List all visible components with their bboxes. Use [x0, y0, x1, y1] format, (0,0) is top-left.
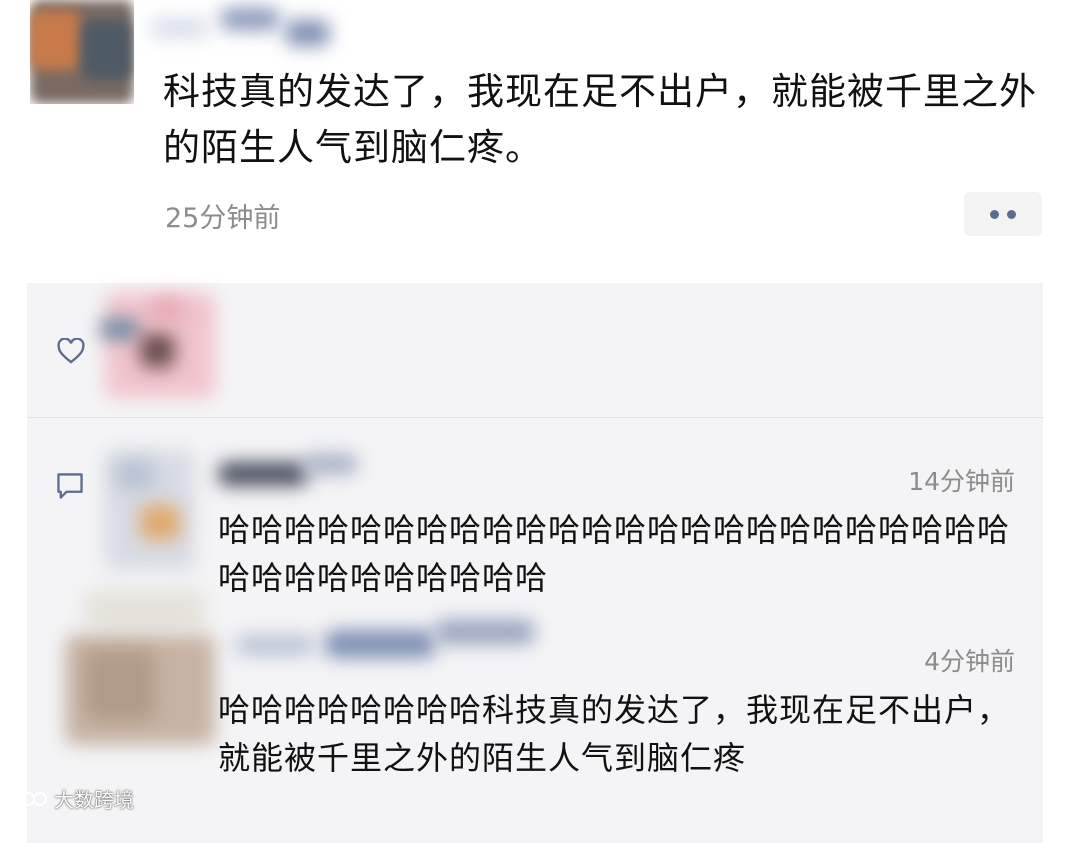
more-button[interactable]	[964, 192, 1042, 236]
watermark-logo-icon	[12, 790, 47, 806]
more-dots-icon	[990, 209, 999, 219]
comment-timestamp: 4分钟前	[924, 647, 1015, 676]
watermark-text: 大数跨境	[54, 788, 134, 812]
comment-avatar-blurred[interactable]	[55, 590, 225, 760]
comment-bubble-icon	[57, 473, 83, 499]
commenter-name-blurred[interactable]	[225, 610, 545, 670]
liker-avatar-blurred[interactable]	[95, 288, 225, 408]
poster-name-blurred[interactable]	[150, 2, 330, 50]
comment-avatar-blurred[interactable]	[95, 440, 205, 580]
commenter-name-blurred[interactable]	[218, 448, 358, 494]
comment-text: 哈哈哈哈哈哈哈哈科技真的发达了，我现在足不出户，就能被千里之外的陌生人气到脑仁疼	[218, 691, 1011, 777]
comment-timestamp: 14分钟前	[908, 467, 1015, 496]
more-dots-icon	[1007, 209, 1016, 219]
post-text: 科技真的发达了，我现在足不出户，就能被千里之外的陌生人气到脑仁疼。	[163, 70, 1037, 169]
heart-outline-icon	[57, 338, 85, 364]
comment-text: 哈哈哈哈哈哈哈哈哈哈哈哈哈哈哈哈哈哈哈哈哈哈哈哈哈哈哈哈哈哈哈哈哈哈	[218, 511, 1011, 597]
post-timestamp: 25分钟前	[165, 203, 281, 234]
watermark: 大数跨境	[10, 784, 134, 813]
panel-divider	[27, 417, 1043, 418]
poster-avatar[interactable]	[30, 0, 134, 104]
